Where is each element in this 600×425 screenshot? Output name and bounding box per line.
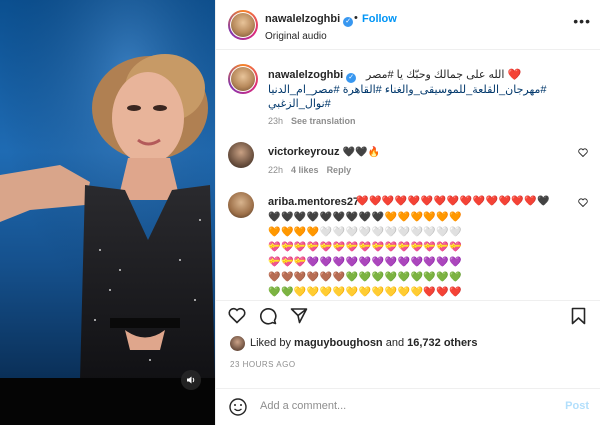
post-button[interactable]: Post xyxy=(565,400,589,412)
verified-icon: ✓ xyxy=(343,17,354,27)
emoji-icon[interactable] xyxy=(228,397,248,422)
video-frame xyxy=(0,0,215,380)
comment-emoji-row-7: 💚💚💛💛💛💛💛💛💛💛💛💛❤️❤️❤️ xyxy=(268,287,463,298)
heart-icon[interactable] xyxy=(228,307,246,329)
comment-emoji-row-5: 💝💝💝💜💜💜💜💜💜💜💜💜💜💜💜 xyxy=(268,257,463,268)
follow-button[interactable]: Follow xyxy=(362,13,397,25)
caption-avatar[interactable] xyxy=(228,64,258,94)
comment-like-icon[interactable] xyxy=(578,148,588,160)
verified-icon: ✓ xyxy=(346,73,357,83)
caption-username[interactable]: nawalelzoghbi ✓ xyxy=(268,69,357,83)
comment-username[interactable]: victorkeyrouz 🖤🖤🔥 xyxy=(268,146,380,158)
comment-emoji-row-3: 🧡🧡🧡🧡🤍🤍🤍🤍🤍🤍🤍🤍🤍🤍🤍 xyxy=(268,227,463,238)
more-options-icon[interactable]: ••• xyxy=(573,13,591,29)
comment-emoji-row-6: 🤎🤎🤎🤎🤎🤎💚💚💚💚💚💚💚💚💚 xyxy=(268,272,463,283)
likes-summary: Liked by maguyboughosn and 16,732 others xyxy=(250,337,477,349)
likes-prefix: Liked by xyxy=(250,337,291,349)
comment-input[interactable]: Add a comment... xyxy=(260,400,346,412)
comment-emoji-row-2: 🖤🖤🖤🖤🖤🖤🖤🖤🖤🧡🧡🧡🧡🧡🧡 xyxy=(268,212,463,223)
bookmark-icon[interactable] xyxy=(571,307,586,330)
separator-dot: • xyxy=(354,12,358,24)
post-header: nawalelzoghbi ✓ • Follow Original audio •… xyxy=(216,0,600,50)
comment-avatar[interactable] xyxy=(228,142,254,168)
avatar[interactable] xyxy=(228,10,258,40)
caption-meta: 23h See translation xyxy=(268,116,356,126)
see-translation-link[interactable]: See translation xyxy=(291,116,356,126)
comment-likes-link[interactable]: 4 likes xyxy=(291,165,319,175)
instagram-post-window: nawalelzoghbi ✓ • Follow Original audio •… xyxy=(0,0,600,425)
emoji-row: ❤️❤️❤️❤️❤️❤️❤️❤️❤️❤️❤️❤️❤️❤️🖤 xyxy=(356,196,551,207)
caption-line-1: ❤️ الله على جمالك وحبّك يا #مصر xyxy=(366,68,546,81)
caption-text-1: ❤️ الله على جمالك وحبّك يا #مصر xyxy=(366,69,522,81)
caption-time: 23h xyxy=(268,116,284,126)
post-side-panel: nawalelzoghbi ✓ • Follow Original audio •… xyxy=(215,0,600,425)
comment-icon[interactable] xyxy=(259,307,277,330)
likes-and: and xyxy=(385,337,405,349)
reply-button[interactable]: Reply xyxy=(327,165,352,175)
comment-like-icon[interactable] xyxy=(578,198,588,210)
comment-username-text[interactable]: victorkeyrouz xyxy=(268,146,340,158)
audio-link[interactable]: Original audio xyxy=(265,31,327,42)
liker-avatar[interactable] xyxy=(230,336,245,351)
caption-username-text[interactable]: nawalelzoghbi xyxy=(268,69,343,81)
share-icon[interactable] xyxy=(290,307,308,329)
comment-meta: 22h 4 likes Reply xyxy=(268,165,351,175)
liker-username-link[interactable]: maguyboughosn xyxy=(294,337,383,349)
username-text[interactable]: nawalelzoghbi xyxy=(265,13,340,25)
post-timestamp[interactable]: 23 HOURS AGO xyxy=(230,360,296,369)
post-video[interactable] xyxy=(0,0,215,425)
comment-avatar[interactable] xyxy=(228,192,254,218)
caption-hashtags-line-2[interactable]: #مهرجان_القلعة_للموسيقى_والغناء #القاهرة… xyxy=(268,83,568,96)
volume-icon[interactable] xyxy=(181,370,201,390)
username-link[interactable]: nawalelzoghbi ✓ xyxy=(265,13,354,27)
video-figure xyxy=(0,0,215,380)
caption-hashtag-line-3[interactable]: #نوال_الزغبي xyxy=(268,97,341,110)
add-comment-bar: Add a comment... Post xyxy=(216,388,600,425)
comment-time: 22h xyxy=(268,165,284,175)
likes-count-link[interactable]: 16,732 others xyxy=(407,337,477,349)
comment-text: 🖤🖤🔥 xyxy=(342,147,380,158)
action-bar xyxy=(216,300,600,329)
comment-emoji-row-1: ❤️❤️❤️❤️❤️❤️❤️❤️❤️❤️❤️❤️❤️❤️🖤 xyxy=(268,194,568,209)
comment-emoji-row-4: 💝💝💝💝💝💝💝💝💝💝💝💝💝💝💝 xyxy=(268,242,463,253)
